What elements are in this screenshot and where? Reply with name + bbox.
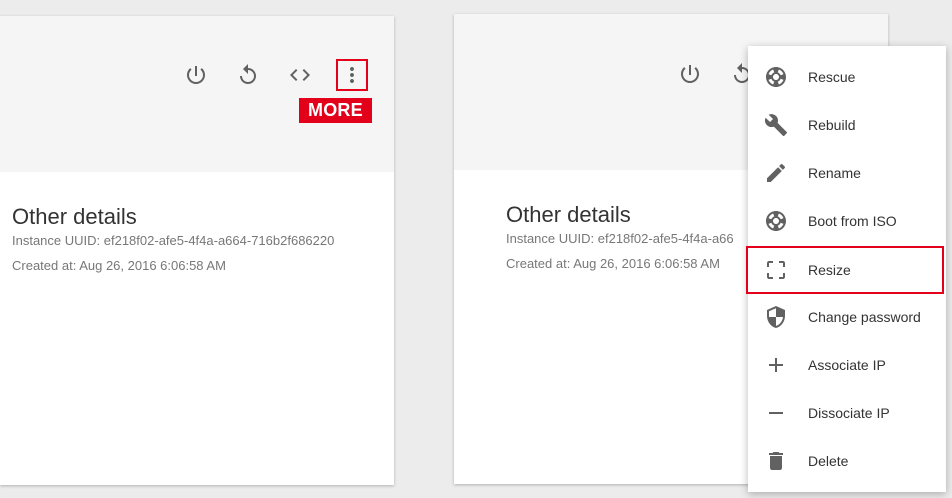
plus-icon	[764, 353, 788, 377]
menu-item-label: Resize	[808, 262, 851, 278]
instance-uuid: Instance UUID: ef218f02-afe5-4f4a-a66	[506, 231, 734, 246]
menu-item-label: Dissociate IP	[808, 405, 890, 421]
details-title: Other details	[506, 202, 631, 227]
created-at: Created at: Aug 26, 2016 6:06:58 AM	[506, 256, 720, 271]
power-button[interactable]	[181, 60, 211, 90]
menu-item-label: Rebuild	[808, 117, 856, 133]
menu-item-associate-ip[interactable]: Associate IP	[748, 341, 946, 389]
menu-item-label: Delete	[808, 453, 849, 469]
power-button[interactable]	[675, 59, 705, 89]
instance-card-left: MORE Other details Instance UUID: ef218f…	[0, 16, 394, 485]
card-header: MORE	[0, 16, 394, 172]
power-icon	[681, 65, 699, 83]
menu-item-resize[interactable]: Resize	[746, 246, 944, 294]
details-title: Other details	[12, 204, 137, 229]
minus-icon	[764, 401, 788, 425]
refresh-icon	[240, 64, 256, 84]
menu-item-dissociate-ip[interactable]: Dissociate IP	[748, 389, 946, 437]
code-icon	[290, 69, 310, 81]
menu-item-boot-from-iso[interactable]: Boot from ISO	[748, 197, 946, 245]
more-highlight-box	[336, 59, 368, 91]
more-actions-menu: Rescue Rebuild Rename Boot from ISO Resi…	[746, 46, 946, 492]
instance-uuid: Instance UUID: ef218f02-afe5-4f4a-a664-7…	[12, 233, 335, 248]
menu-item-rescue[interactable]: Rescue	[748, 53, 946, 101]
menu-item-label: Rescue	[808, 69, 856, 85]
created-at: Created at: Aug 26, 2016 6:06:58 AM	[12, 258, 226, 273]
shield-icon	[764, 305, 788, 329]
console-button[interactable]	[285, 60, 315, 90]
resize-icon	[764, 258, 788, 282]
menu-item-rename[interactable]: Rename	[748, 149, 946, 197]
wrench-icon	[764, 113, 788, 137]
lifebuoy-icon	[764, 65, 788, 89]
menu-item-label: Change password	[808, 309, 921, 325]
menu-item-delete[interactable]: Delete	[748, 437, 946, 485]
trash-icon	[764, 449, 788, 473]
more-callout-label: MORE	[299, 98, 372, 123]
menu-item-rebuild[interactable]: Rebuild	[748, 101, 946, 149]
lifebuoy-icon	[764, 209, 788, 233]
menu-item-label: Boot from ISO	[808, 213, 897, 229]
menu-item-label: Associate IP	[808, 357, 886, 373]
menu-item-label: Rename	[808, 165, 861, 181]
menu-item-change-password[interactable]: Change password	[748, 293, 946, 341]
pencil-icon	[764, 161, 788, 185]
power-icon	[187, 66, 205, 84]
reboot-button[interactable]	[233, 60, 263, 90]
